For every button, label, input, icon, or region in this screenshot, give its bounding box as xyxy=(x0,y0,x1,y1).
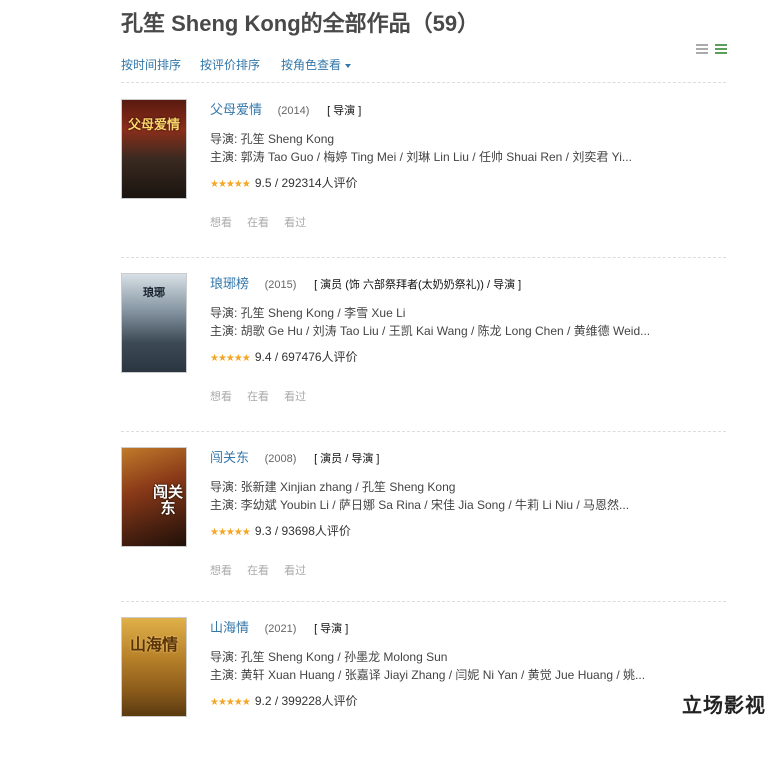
movie-year: (2021) xyxy=(264,623,297,635)
director-line: 导演: 孔笙 Sheng Kong / 李雪 Xue Li xyxy=(210,306,406,320)
movie-title-link[interactable]: 闯关东 xyxy=(210,450,249,465)
rating-line: ★★★★★ 9.5 / 292314人评价 xyxy=(210,174,358,191)
watched-button[interactable]: 看过 xyxy=(284,391,306,403)
watermark: 立场影视 xyxy=(682,695,766,717)
movie-year: (2008) xyxy=(264,453,297,465)
want-to-watch-button[interactable]: 想看 xyxy=(210,391,232,403)
rating-stars-icon: ★★★★★ xyxy=(210,353,251,364)
list-view-icon[interactable] xyxy=(696,44,708,56)
movie-year: (2015) xyxy=(264,279,297,291)
sort-by-rating[interactable]: 按评价排序 xyxy=(200,56,260,73)
watched-button[interactable]: 看过 xyxy=(284,565,306,577)
poster-title: 琅琊 xyxy=(143,286,165,299)
watched-button[interactable]: 看过 xyxy=(284,217,306,229)
poster-title: 父母爱情 xyxy=(127,118,180,133)
rating-line: ★★★★★ 9.4 / 697476人评价 xyxy=(210,348,358,365)
movie-title-link[interactable]: 琅琊榜 xyxy=(210,276,249,291)
director-line: 导演: 孔笙 Sheng Kong xyxy=(210,132,335,146)
title-line: 父母爱情 (2014) [ 导演 ] xyxy=(210,99,361,118)
want-to-watch-button[interactable]: 想看 xyxy=(210,217,232,229)
director-line: 导演: 张新建 Xinjian zhang / 孔笙 Sheng Kong xyxy=(210,480,456,494)
divider xyxy=(121,431,726,432)
rating-value: 9.2 / 399228人评价 xyxy=(254,694,358,708)
movie-roles: [ 导演 ] xyxy=(314,623,349,635)
movie-poster[interactable]: 山海情 xyxy=(121,617,187,717)
want-to-watch-button[interactable]: 想看 xyxy=(210,565,232,577)
cast-line: 主演: 李幼斌 Youbin Li / 萨日娜 Sa Rina / 宋佳 Jia… xyxy=(210,498,630,512)
caret-down-icon xyxy=(345,63,352,68)
rating-stars-icon: ★★★★★ xyxy=(210,527,251,538)
watching-button[interactable]: 在看 xyxy=(247,217,269,229)
watching-button[interactable]: 在看 xyxy=(247,565,269,577)
title-line: 琅琊榜 (2015) [ 演员 (饰 六部祭拜者(太奶奶祭礼)) / 导演 ] xyxy=(210,273,521,292)
work-item: 闯关东 闯关东 (2008) [ 演员 / 导演 ] 导演: 张新建 Xinji… xyxy=(121,447,726,605)
work-item: 山海情 山海情 (2021) [ 导演 ] 导演: 孔笙 Sheng Kong … xyxy=(121,617,726,775)
movie-roles: [ 导演 ] xyxy=(327,105,362,117)
title-line: 山海情 (2021) [ 导演 ] xyxy=(210,617,348,636)
divider xyxy=(121,601,726,602)
divider xyxy=(121,257,726,258)
work-item: 父母爱情 父母爱情 (2014) [ 导演 ] 导演: 孔笙 Sheng Kon… xyxy=(121,99,726,257)
cast-line: 主演: 胡歌 Ge Hu / 刘涛 Tao Liu / 王凯 Kai Wang … xyxy=(210,324,651,338)
director-line: 导演: 孔笙 Sheng Kong / 孙墨龙 Molong Sun xyxy=(210,650,448,664)
movie-title-link[interactable]: 山海情 xyxy=(210,620,249,635)
view-by-role-label: 按角色查看 xyxy=(281,58,342,72)
mark-actions: 想看 在看 看过 xyxy=(210,388,318,404)
mark-actions: 想看 在看 看过 xyxy=(210,562,318,578)
sort-by-time[interactable]: 按时间排序 xyxy=(121,56,181,73)
watching-button[interactable]: 在看 xyxy=(247,391,269,403)
movie-roles: [ 演员 / 导演 ] xyxy=(314,453,380,465)
rating-value: 9.5 / 292314人评价 xyxy=(254,176,358,190)
cast-line: 主演: 郭涛 Tao Guo / 梅婷 Ting Mei / 刘琳 Lin Li… xyxy=(210,150,632,164)
divider xyxy=(121,82,726,83)
rating-line: ★★★★★ 9.3 / 93698人评价 xyxy=(210,522,351,539)
movie-poster[interactable]: 闯关东 xyxy=(121,447,187,547)
movie-poster[interactable]: 琅琊 xyxy=(121,273,187,373)
sort-bar: 按时间排序 按评价排序 按角色查看 xyxy=(121,56,726,76)
page-title: 孔笙 Sheng Kong的全部作品（59） xyxy=(121,11,480,36)
rating-stars-icon: ★★★★★ xyxy=(210,697,251,708)
poster-title: 闯关东 xyxy=(152,483,183,517)
movie-poster[interactable]: 父母爱情 xyxy=(121,99,187,199)
work-item: 琅琊 琅琊榜 (2015) [ 演员 (饰 六部祭拜者(太奶奶祭礼)) / 导演… xyxy=(121,273,726,431)
rating-value: 9.3 / 93698人评价 xyxy=(254,524,351,538)
view-by-role[interactable]: 按角色查看 xyxy=(281,56,352,73)
mark-actions: 想看 在看 看过 xyxy=(210,214,318,230)
rating-stars-icon: ★★★★★ xyxy=(210,179,251,190)
movie-title-link[interactable]: 父母爱情 xyxy=(210,102,262,117)
title-line: 闯关东 (2008) [ 演员 / 导演 ] xyxy=(210,447,379,466)
rating-value: 9.4 / 697476人评价 xyxy=(254,350,358,364)
rating-line: ★★★★★ 9.2 / 399228人评价 xyxy=(210,692,358,709)
grid-view-icon[interactable] xyxy=(715,44,727,56)
movie-year: (2014) xyxy=(277,105,310,117)
poster-title: 山海情 xyxy=(129,635,178,654)
movie-roles: [ 演员 (饰 六部祭拜者(太奶奶祭礼)) / 导演 ] xyxy=(314,279,522,291)
cast-line: 主演: 黄轩 Xuan Huang / 张嘉译 Jiayi Zhang / 闫妮… xyxy=(210,668,646,682)
